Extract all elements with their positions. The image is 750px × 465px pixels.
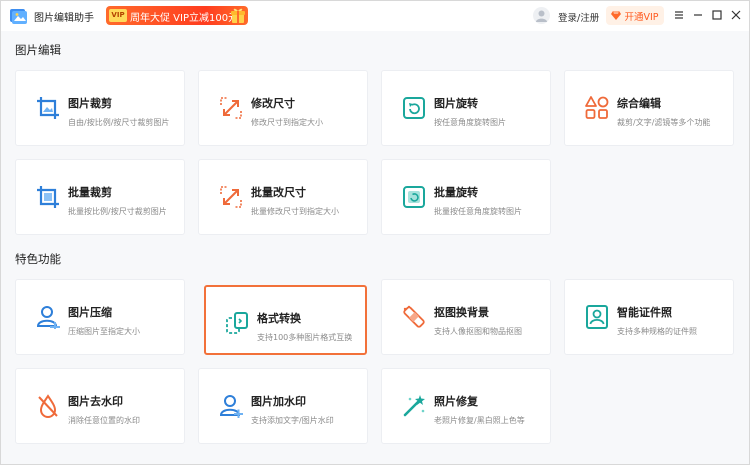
card-title: 智能证件照 — [617, 306, 672, 319]
card-desc: 裁剪/文字/滤镜等多个功能 — [617, 118, 711, 127]
section-title-image-edit: 图片编辑 — [15, 43, 61, 57]
batch-rotate-icon — [403, 186, 425, 208]
resize-icon — [220, 97, 242, 119]
convert-icon — [226, 312, 248, 334]
card-title: 图片去水印 — [68, 395, 123, 408]
card-smart-id-photo[interactable]: 智能证件照 支持多种规格的证件照 — [564, 279, 734, 355]
card-title: 修改尺寸 — [251, 97, 295, 110]
gift-icon — [231, 8, 245, 23]
login-register-link[interactable]: 登录/注册 — [558, 10, 599, 24]
card-image-rotate[interactable]: 图片旋转 按任意角度旋转图片 — [381, 70, 551, 146]
card-desc: 自由/按比例/按尺寸裁剪图片 — [68, 118, 170, 127]
card-title: 图片旋转 — [434, 97, 478, 110]
card-title: 图片加水印 — [251, 395, 306, 408]
card-title: 批量裁剪 — [68, 186, 112, 199]
card-title: 综合编辑 — [617, 97, 661, 110]
add-watermark-icon — [219, 395, 243, 418]
card-title: 批量旋转 — [434, 186, 478, 199]
card-batch-rotate[interactable]: 批量旋转 批量按任意角度旋转图片 — [381, 159, 551, 235]
diamond-icon — [611, 11, 622, 20]
section-title-features: 特色功能 — [15, 252, 61, 266]
rotate-icon — [403, 97, 425, 119]
card-batch-crop[interactable]: 批量裁剪 批量按比例/按尺寸裁剪图片 — [15, 159, 185, 235]
app-title: 图片编辑助手 — [34, 13, 94, 24]
compress-icon — [36, 306, 60, 329]
user-icon — [536, 10, 547, 22]
card-batch-resize[interactable]: 批量改尺寸 批量修改尺寸到指定大小 — [198, 159, 368, 235]
card-desc: 批量按任意角度旋转图片 — [434, 207, 522, 216]
card-image-crop[interactable]: 图片裁剪 自由/按比例/按尺寸裁剪图片 — [15, 70, 185, 146]
maximize-icon[interactable] — [711, 9, 723, 21]
id-photo-icon — [586, 305, 608, 329]
card-add-watermark[interactable]: 图片加水印 支持添加文字/图片水印 — [198, 368, 368, 444]
magic-wand-icon — [403, 395, 425, 417]
card-image-compress[interactable]: 图片压缩 压缩图片至指定大小 — [15, 279, 185, 355]
card-title: 图片裁剪 — [68, 97, 112, 110]
title-bar: 图片编辑助手 VIP 周年大促 VIP立减100元 登录/注册 开通VIP — [1, 1, 749, 31]
card-title: 照片修复 — [434, 395, 478, 408]
crop-icon — [37, 97, 59, 119]
open-vip-label: 开通VIP — [624, 11, 659, 23]
open-vip-button[interactable]: 开通VIP — [606, 6, 664, 25]
app-logo-icon — [10, 9, 27, 24]
shapes-icon — [585, 96, 609, 119]
batch-crop-icon — [37, 186, 59, 208]
card-desc: 支持多种规格的证件照 — [617, 327, 697, 336]
close-icon[interactable] — [730, 9, 742, 21]
card-desc: 消除任意位置的水印 — [68, 416, 140, 425]
card-desc: 支持添加文字/图片水印 — [251, 416, 334, 425]
cutout-icon — [403, 305, 425, 328]
card-format-convert[interactable]: 格式转换 支持100多种图片格式互换 — [204, 285, 367, 355]
card-photo-restore[interactable]: 照片修复 老照片修复/黑白照上色等 — [381, 368, 551, 444]
card-title: 批量改尺寸 — [251, 186, 306, 199]
card-desc: 批量按比例/按尺寸裁剪图片 — [68, 207, 167, 216]
batch-resize-icon — [220, 186, 242, 208]
card-title: 图片压缩 — [68, 306, 112, 319]
card-desc: 修改尺寸到指定大小 — [251, 118, 323, 127]
card-remove-watermark[interactable]: 图片去水印 消除任意位置的水印 — [15, 368, 185, 444]
menu-icon[interactable] — [673, 9, 685, 21]
promo-banner[interactable]: VIP 周年大促 VIP立减100元 — [106, 6, 248, 25]
card-title: 抠图换背景 — [434, 306, 489, 319]
card-desc: 老照片修复/黑白照上色等 — [434, 416, 525, 425]
card-comprehensive-edit[interactable]: 综合编辑 裁剪/文字/滤镜等多个功能 — [564, 70, 734, 146]
promo-vip-tag: VIP — [109, 9, 127, 22]
card-desc: 支持100多种图片格式互换 — [257, 333, 353, 342]
card-cutout-background[interactable]: 抠图换背景 支持人像抠图和物品抠图 — [381, 279, 551, 355]
card-desc: 按任意角度旋转图片 — [434, 118, 506, 127]
remove-watermark-icon — [38, 394, 58, 418]
avatar[interactable] — [533, 7, 550, 24]
promo-text: 周年大促 VIP立减100元 — [130, 13, 239, 24]
app-window: 图片编辑助手 VIP 周年大促 VIP立减100元 登录/注册 开通VIP 图片… — [0, 0, 750, 465]
card-title: 格式转换 — [257, 312, 301, 325]
card-desc: 支持人像抠图和物品抠图 — [434, 327, 522, 336]
card-desc: 压缩图片至指定大小 — [68, 327, 140, 336]
minimize-icon[interactable] — [692, 9, 704, 21]
card-desc: 批量修改尺寸到指定大小 — [251, 207, 339, 216]
card-resize[interactable]: 修改尺寸 修改尺寸到指定大小 — [198, 70, 368, 146]
